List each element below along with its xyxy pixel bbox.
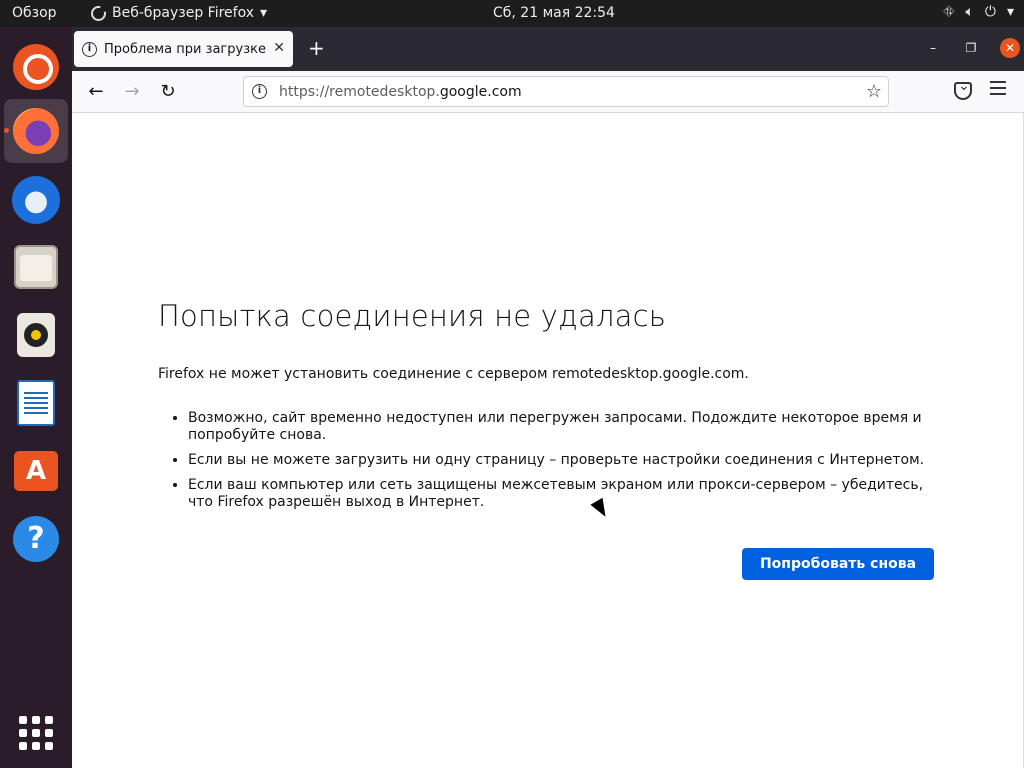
forward-button[interactable]: →	[120, 80, 144, 104]
show-applications-button[interactable]	[4, 701, 68, 765]
retry-button[interactable]: Попробовать снова	[742, 548, 934, 580]
firefox-icon	[91, 4, 107, 21]
tab-active[interactable]: i Проблема при загрузке страницы ✕	[74, 31, 293, 67]
new-tab-button[interactable]: +	[308, 37, 325, 59]
dock-item-thunderbird[interactable]	[4, 168, 68, 232]
running-indicator	[4, 128, 9, 133]
dock-item-software[interactable]: A	[4, 439, 68, 503]
tab-title: Проблема при загрузке страницы	[104, 41, 270, 57]
thunderbird-icon	[12, 176, 60, 224]
bookmark-star-icon[interactable]: ☆	[866, 81, 882, 102]
help-icon: ?	[13, 516, 59, 562]
dock-item-files[interactable]	[4, 235, 68, 299]
app-menu[interactable]: Веб-браузер Firefox ▾	[91, 4, 268, 21]
error-page: Попытка соединения не удалась Firefox не…	[72, 113, 1024, 768]
software-icon: A	[14, 451, 58, 491]
files-icon	[14, 245, 58, 289]
close-window-button[interactable]: ✕	[1000, 38, 1020, 58]
firefox-window: i Проблема при загрузке страницы ✕ + – ❐…	[72, 27, 1024, 768]
list-item: Если ваш компьютер или сеть защищены меж…	[188, 477, 928, 511]
nav-bar: ← → ↻ i https://remotedesktop. google.com…	[72, 71, 1024, 113]
volume-icon: 🔈︎	[965, 4, 974, 20]
writer-icon	[17, 380, 55, 426]
info-icon: i	[82, 41, 97, 57]
maximize-button[interactable]: ❐	[962, 39, 980, 57]
hamburger-menu-icon[interactable]	[990, 81, 1006, 95]
url-prefix: https://remotedesktop.	[279, 83, 440, 100]
close-tab-icon[interactable]: ✕	[273, 40, 285, 56]
dock-item-firefox[interactable]	[4, 99, 68, 163]
pocket-icon[interactable]	[954, 78, 972, 100]
reload-button[interactable]: ↻	[156, 80, 180, 104]
firefox-icon	[13, 108, 59, 154]
error-title: Попытка соединения не удалась	[158, 299, 667, 333]
activities-button[interactable]: Обзор	[12, 5, 57, 21]
dock-item-writer[interactable]	[4, 371, 68, 435]
error-description: Firefox не может установить соединение с…	[158, 366, 749, 382]
rhythmbox-icon	[17, 313, 55, 357]
clock[interactable]: Сб, 21 мая 22:54	[493, 5, 615, 21]
minimize-button[interactable]: –	[924, 39, 942, 57]
list-item: Если вы не можете загрузить ни одну стра…	[188, 452, 928, 469]
dock-item-rhythmbox[interactable]	[4, 303, 68, 367]
dock-item-help[interactable]: ?	[4, 507, 68, 571]
dock: A ?	[0, 27, 72, 768]
site-info-icon[interactable]: i	[252, 84, 267, 99]
chevron-down-icon: ▾	[1006, 4, 1014, 20]
url-bar[interactable]: i https://remotedesktop. google.com ☆	[243, 76, 889, 107]
network-icon: ⛗	[943, 4, 955, 20]
power-icon: ⏻	[984, 4, 996, 20]
list-item: Возможно, сайт временно недоступен или п…	[188, 410, 928, 444]
ubuntu-icon	[13, 44, 59, 90]
app-menu-label: Веб-браузер Firefox	[112, 5, 255, 21]
url-domain: google.com	[439, 83, 522, 100]
dock-item-ubuntu[interactable]	[4, 35, 68, 99]
window-controls: – ❐ ✕	[924, 38, 1020, 58]
tab-bar: i Проблема при загрузке страницы ✕ + – ❐…	[72, 27, 1024, 71]
chevron-down-icon: ▾	[260, 5, 268, 21]
error-suggestions: Возможно, сайт временно недоступен или п…	[188, 410, 928, 519]
app-grid-icon	[19, 716, 53, 750]
back-button[interactable]: ←	[84, 80, 108, 104]
system-menu[interactable]: ⛗ 🔈︎ ⏻ ▾	[943, 4, 1014, 20]
top-bar: Обзор Веб-браузер Firefox ▾ Сб, 21 мая 2…	[0, 0, 1024, 27]
